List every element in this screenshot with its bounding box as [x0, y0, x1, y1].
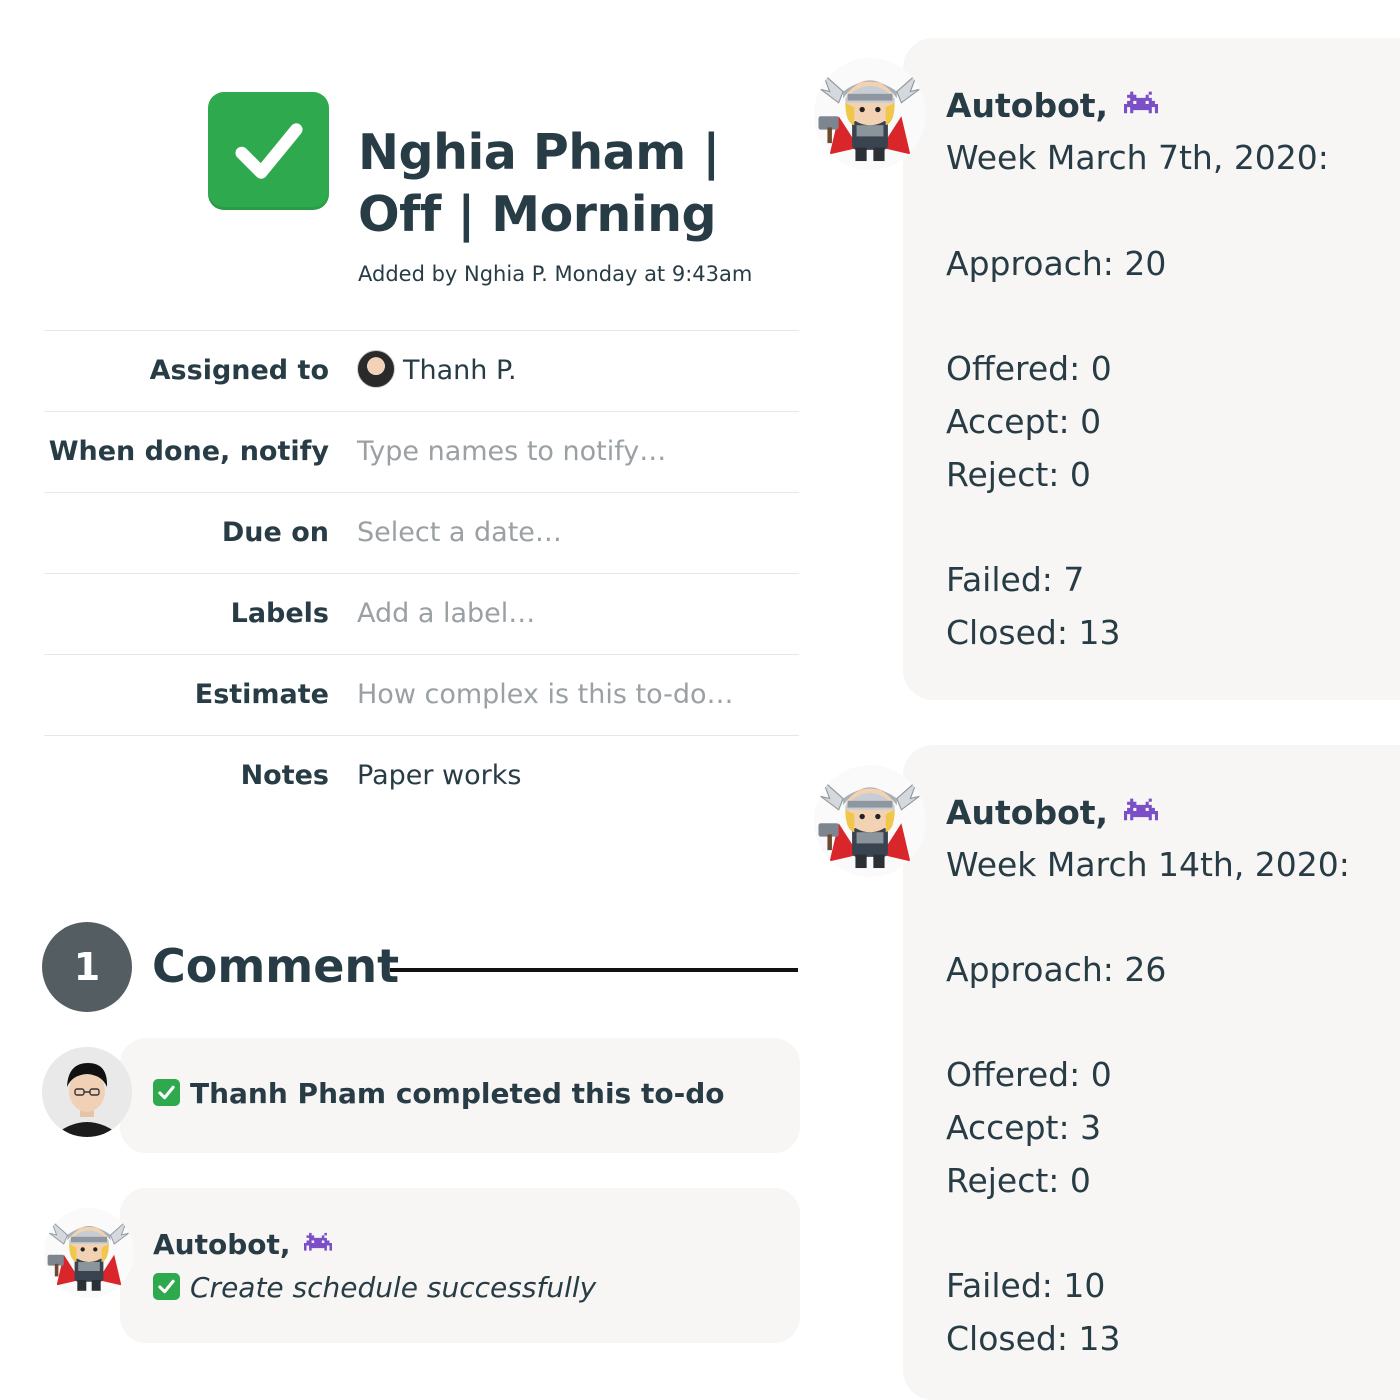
report-accept: Accept: 3: [946, 1108, 1102, 1147]
labels-label: Labels: [230, 598, 329, 629]
due-label: Due on: [221, 517, 329, 548]
report-author: Autobot,: [946, 86, 1158, 125]
todo-details: Assigned to Thanh P. When done, notify T…: [44, 330, 799, 816]
comment-count-badge: 1: [42, 922, 132, 1012]
notify-input[interactable]: Type names to notify…: [357, 412, 666, 492]
autobot-avatar[interactable]: [814, 765, 926, 877]
report-card-1: Autobot, Week March 7th, 2020: Approach:…: [903, 38, 1400, 700]
report-offered: Offered: 0: [946, 1055, 1112, 1094]
autobot-comment-text: Create schedule successfully: [190, 1271, 597, 1304]
assigned-label: Assigned to: [149, 355, 329, 386]
completion-message: Thanh Pham completed this to-do: [153, 1077, 724, 1110]
report-failed: Failed: 10: [946, 1266, 1106, 1305]
report-reject: Reject: 0: [946, 455, 1091, 494]
report-offered: Offered: 0: [946, 349, 1112, 388]
notes-label: Notes: [240, 760, 329, 791]
due-date-input[interactable]: Select a date…: [357, 493, 562, 573]
autobot-comment-body: Create schedule successfully: [153, 1271, 596, 1304]
report-accept: Accept: 0: [946, 402, 1102, 441]
labels-input[interactable]: Add a label…: [357, 574, 535, 654]
report-week: Week March 14th, 2020:: [946, 845, 1350, 884]
autobot-avatar[interactable]: [44, 1208, 134, 1298]
autobot-comment-author: Autobot,: [153, 1228, 332, 1261]
estimate-label: Estimate: [194, 679, 329, 710]
author-name: Autobot,: [153, 1228, 291, 1261]
thor-avatar-icon: [44, 1208, 134, 1298]
estimate-row: Estimate How complex is this to-do…: [44, 654, 799, 735]
report-closed: Closed: 13: [946, 1319, 1121, 1358]
assignee-name: Thanh P.: [403, 355, 517, 386]
report-approach: Approach: 26: [946, 950, 1167, 989]
notify-label: When done, notify: [48, 436, 329, 467]
assignee-field[interactable]: Thanh P.: [357, 331, 517, 411]
labels-row: Labels Add a label…: [44, 573, 799, 654]
todo-meta: Added by Nghia P. Monday at 9:43am: [358, 262, 753, 286]
user-photo-avatar[interactable]: [42, 1047, 132, 1137]
thor-avatar-icon: [814, 765, 926, 877]
due-row: Due on Select a date…: [44, 492, 799, 573]
comment-divider: [390, 968, 798, 972]
checkmark-icon: [153, 1078, 180, 1106]
checkmark-icon: [230, 112, 308, 190]
report-week: Week March 7th, 2020:: [946, 138, 1329, 177]
user-photo-icon: [42, 1047, 132, 1137]
report-author-name: Autobot,: [946, 793, 1109, 832]
todo-completed-checkbox[interactable]: [208, 92, 329, 210]
report-reject: Reject: 0: [946, 1161, 1091, 1200]
alien-monster-icon: [1124, 798, 1158, 824]
report-closed: Closed: 13: [946, 613, 1121, 652]
notes-field[interactable]: Paper works: [357, 736, 521, 816]
notes-row: Notes Paper works: [44, 735, 799, 816]
todo-title: Nghia Pham | Off | Morning: [358, 124, 720, 243]
report-author-name: Autobot,: [946, 86, 1109, 125]
report-approach: Approach: 20: [946, 244, 1167, 283]
report-failed: Failed: 7: [946, 560, 1085, 599]
estimate-input[interactable]: How complex is this to-do…: [357, 655, 734, 735]
alien-monster-icon: [1124, 91, 1158, 117]
report-author: Autobot,: [946, 793, 1158, 832]
thor-avatar-icon: [814, 58, 926, 170]
checkmark-icon: [153, 1272, 180, 1300]
assigned-row: Assigned to Thanh P.: [44, 330, 799, 411]
report-card-2: Autobot, Week March 14th, 2020: Approach…: [903, 745, 1400, 1400]
completion-text: Thanh Pham completed this to-do: [190, 1077, 725, 1110]
autobot-comment: [120, 1188, 800, 1343]
comment-heading: Comment: [152, 939, 400, 993]
notify-row: When done, notify Type names to notify…: [44, 411, 799, 492]
alien-monster-icon: [304, 1232, 332, 1254]
autobot-avatar[interactable]: [814, 58, 926, 170]
assignee-avatar: [357, 349, 395, 388]
